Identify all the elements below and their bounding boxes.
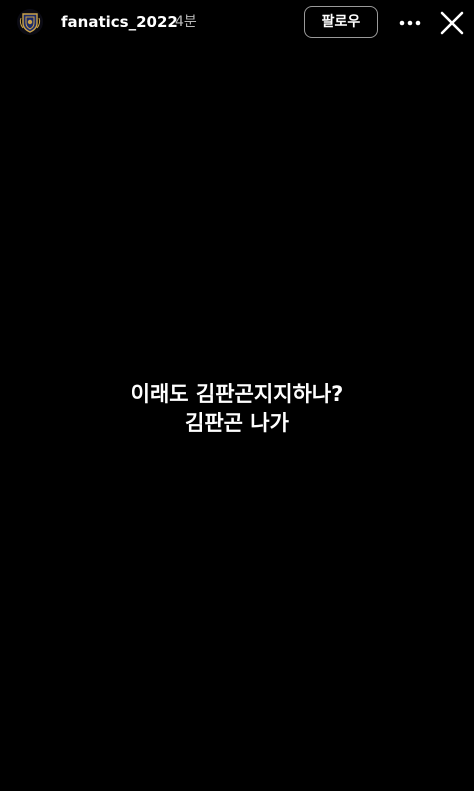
close-icon bbox=[440, 11, 464, 35]
team-crest-icon bbox=[19, 13, 41, 33]
close-button[interactable] bbox=[437, 8, 467, 38]
more-options-button[interactable] bbox=[394, 9, 426, 37]
avatar[interactable] bbox=[17, 9, 43, 35]
story-header: fanatics_2022 4분 팔로우 bbox=[0, 0, 474, 46]
follow-button[interactable]: 팔로우 bbox=[304, 6, 378, 38]
story-text-line-1: 이래도 김판곤지지하나? bbox=[130, 382, 344, 406]
story-caption: 이래도 김판곤지지하나? 김판곤 나가 bbox=[0, 380, 474, 438]
story-text-line-2: 김판곤 나가 bbox=[185, 411, 289, 435]
post-time: 4분 bbox=[175, 14, 197, 30]
username[interactable]: fanatics_2022 bbox=[61, 12, 178, 32]
more-options-icon bbox=[399, 20, 421, 26]
